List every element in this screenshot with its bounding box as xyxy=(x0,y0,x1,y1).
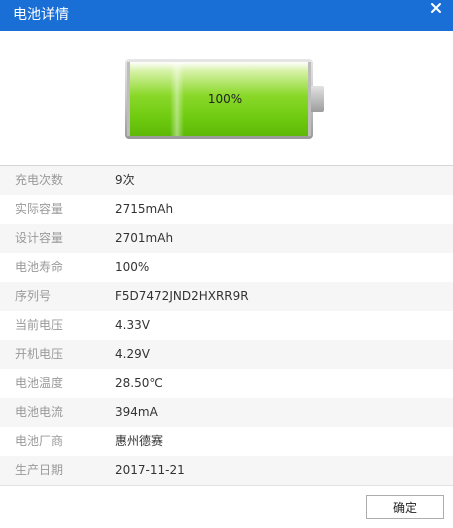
detail-value: 394mA xyxy=(115,405,158,419)
detail-label: 当前电压 xyxy=(15,318,64,332)
detail-label: 电池寿命 xyxy=(15,260,64,274)
detail-row: 充电次数 9次 xyxy=(0,166,453,195)
detail-row: 电池电流 394mA xyxy=(0,398,453,427)
detail-label: 开机电压 xyxy=(15,347,64,361)
detail-label: 充电次数 xyxy=(15,173,64,187)
window-title: 电池详情 xyxy=(13,7,69,23)
detail-value: 惠州德赛 xyxy=(115,434,164,448)
detail-row: 当前电压 4.33V xyxy=(0,311,453,340)
detail-row: 序列号 F5D7472JND2HXRR9R xyxy=(0,282,453,311)
detail-label: 生产日期 xyxy=(15,463,64,477)
battery-panel: 100% xyxy=(0,31,453,165)
detail-row: 电池寿命 100% xyxy=(0,253,453,282)
detail-value: 2715mAh xyxy=(115,202,174,216)
footer-divider xyxy=(0,485,453,486)
detail-value: 28.50℃ xyxy=(115,376,163,390)
detail-label: 设计容量 xyxy=(15,231,64,245)
detail-row: 电池厂商 惠州德赛 xyxy=(0,427,453,456)
detail-label: 序列号 xyxy=(15,289,52,303)
battery-detail-list: 充电次数 9次实际容量 2715mAh 设计容量 2701mAh 电池寿命 100% 序列号 F… xyxy=(0,166,453,485)
close-button[interactable] xyxy=(419,0,453,16)
detail-row: 开机电压 4.29V xyxy=(0,340,453,369)
detail-row: 电池温度 28.50℃ xyxy=(0,369,453,398)
detail-value: F5D7472JND2HXRR9R xyxy=(115,289,249,303)
title-bar: 电池详情 xyxy=(0,0,453,31)
detail-value: 2701mAh xyxy=(115,231,174,245)
detail-value: 9次 xyxy=(115,173,135,187)
close-icon xyxy=(431,3,441,13)
detail-label: 电池温度 xyxy=(15,376,64,390)
detail-label: 实际容量 xyxy=(15,202,64,216)
battery-icon: 100% xyxy=(125,59,324,139)
detail-label: 电池厂商 xyxy=(15,434,64,448)
detail-row: 实际容量 2715mAh xyxy=(0,195,453,224)
detail-label: 电池电流 xyxy=(15,405,64,419)
detail-value: 4.33V xyxy=(115,318,150,332)
ok-button[interactable]: 确定 xyxy=(366,495,444,519)
detail-value: 2017-11-21 xyxy=(115,463,185,477)
detail-row: 设计容量 2701mAh xyxy=(0,224,453,253)
detail-value: 100% xyxy=(115,260,150,274)
battery-percent: 100% xyxy=(207,92,243,106)
detail-value: 4.29V xyxy=(115,347,150,361)
detail-row: 生产日期 2017-11-21 xyxy=(0,456,453,485)
